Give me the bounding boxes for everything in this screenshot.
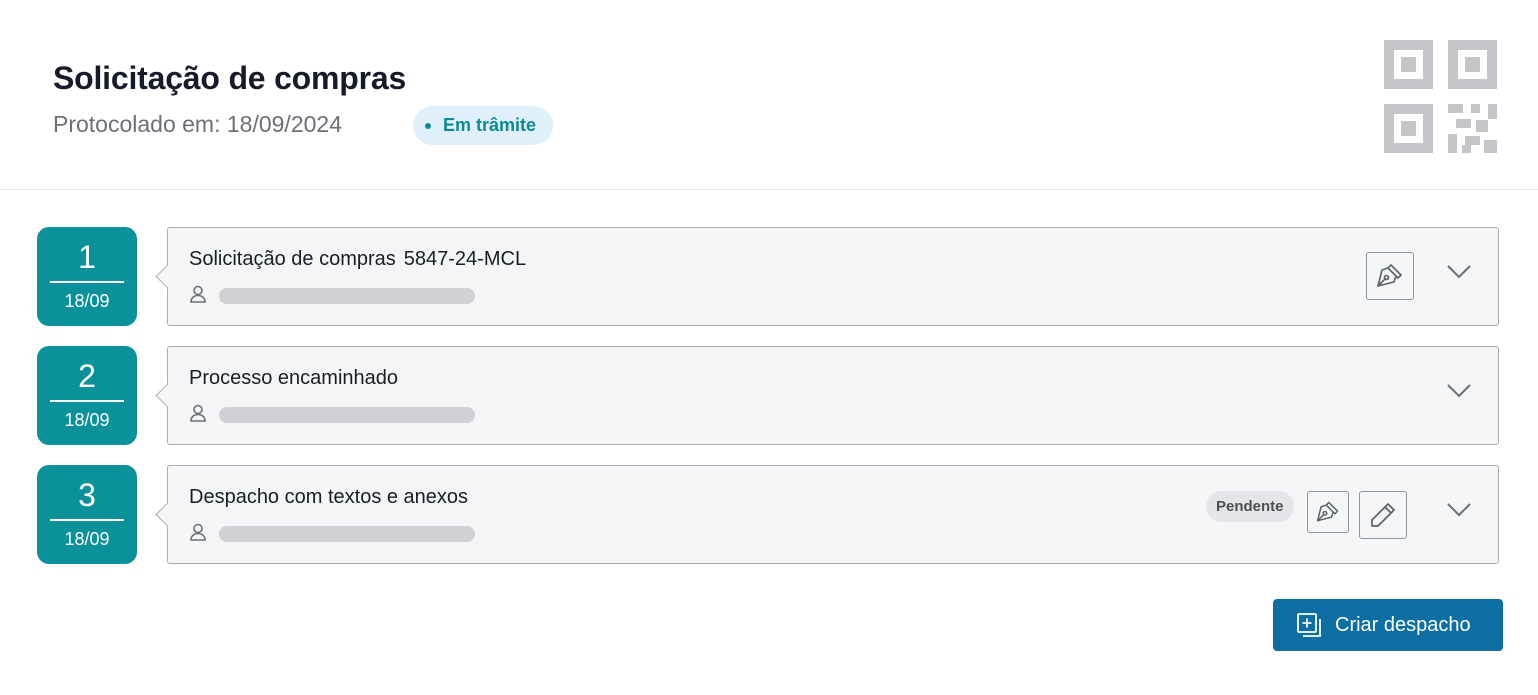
status-label: Em trâmite xyxy=(443,115,537,135)
sign-button[interactable] xyxy=(1366,252,1414,300)
pending-badge: Pendente xyxy=(1206,491,1294,522)
chevron-down-icon[interactable] xyxy=(1446,502,1472,518)
sign-icon xyxy=(1316,501,1339,522)
step-title: Processo encaminhado xyxy=(189,367,399,389)
step-badge: 1 18/09 xyxy=(37,227,137,326)
step-divider xyxy=(50,400,124,402)
author-name-placeholder xyxy=(219,407,475,423)
page-header: Solicitação de compras Protocolado em: 1… xyxy=(0,0,1538,190)
step-divider xyxy=(50,519,124,521)
step-title: Despacho com textos e anexos xyxy=(189,486,469,508)
edit-button[interactable] xyxy=(1359,491,1407,539)
pencil-icon xyxy=(1371,503,1395,527)
status-dot xyxy=(425,122,431,129)
user-icon xyxy=(190,285,206,303)
chevron-down-icon[interactable] xyxy=(1446,264,1472,280)
step-card[interactable]: Despacho com textos e anexos Pendente xyxy=(167,465,1499,564)
create-dispatch-label: Criar despacho xyxy=(1335,613,1471,636)
step-number: 2 xyxy=(78,358,96,394)
user-icon xyxy=(190,523,206,541)
chevron-down-icon[interactable] xyxy=(1446,383,1472,399)
user-icon xyxy=(190,404,206,422)
step-badge: 3 18/09 xyxy=(37,465,137,564)
step-date: 18/09 xyxy=(64,529,110,549)
qr-code-icon[interactable] xyxy=(1384,40,1497,153)
author-name-placeholder xyxy=(219,288,475,304)
step-card[interactable]: Solicitação de compras 5847-24-MCL xyxy=(167,227,1499,326)
sign-icon xyxy=(1377,264,1402,287)
author-name-placeholder xyxy=(219,526,475,542)
sign-button[interactable] xyxy=(1307,491,1349,533)
step-card[interactable]: Processo encaminhado xyxy=(167,346,1499,445)
add-document-icon xyxy=(1297,613,1321,637)
step-divider xyxy=(50,281,124,283)
step-number: 1 xyxy=(78,239,96,275)
protocol-date: Protocolado em: 18/09/2024 xyxy=(53,111,342,137)
step-number: 3 xyxy=(78,477,96,513)
step-date: 18/09 xyxy=(64,291,110,311)
step-code: 5847-24-MCL xyxy=(403,248,527,270)
page-title: Solicitação de compras xyxy=(53,60,407,96)
step-date: 18/09 xyxy=(64,410,110,430)
create-dispatch-button[interactable]: Criar despacho xyxy=(1273,599,1503,651)
status-badge: Em trâmite xyxy=(413,106,554,145)
step-title: Solicitação de compras 5847-24-MCL xyxy=(189,248,526,271)
step-title-text: Solicitação de compras xyxy=(189,248,396,270)
step-badge: 2 18/09 xyxy=(37,346,137,445)
